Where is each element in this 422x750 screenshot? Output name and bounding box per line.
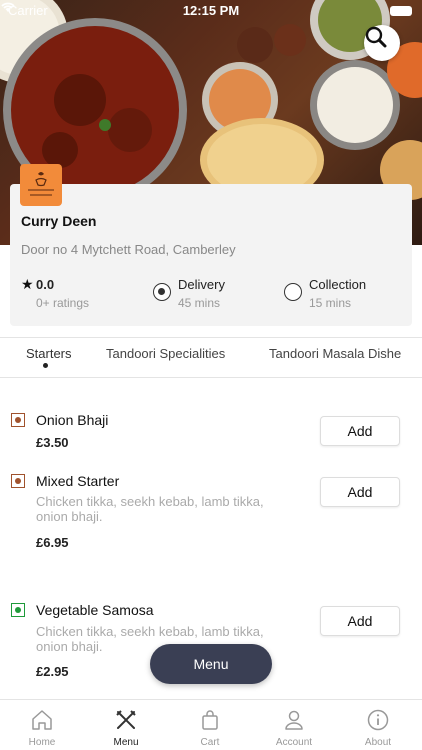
nav-label: About [364, 737, 392, 748]
menu-button[interactable]: Menu [150, 644, 272, 684]
item-description: Chicken tikka, seekh kebab, lamb tikka, … [36, 494, 264, 524]
restaurant-info-card: Curry Deen Door no 4 Mytchett Road, Camb… [10, 164, 412, 326]
add-button[interactable]: Add [320, 477, 400, 507]
item-name: Onion Bhaji [36, 412, 109, 428]
active-tab-indicator [43, 363, 48, 368]
item-name: Vegetable Samosa [36, 602, 154, 618]
restaurant-address: Door no 4 Mytchett Road, Camberley [21, 242, 236, 257]
battery-icon [390, 6, 412, 16]
nav-cart[interactable]: Cart [168, 700, 252, 750]
nav-about[interactable]: About [336, 700, 420, 750]
non-veg-icon [11, 474, 25, 488]
bag-icon [202, 710, 218, 730]
tab-starters[interactable]: Starters [26, 346, 72, 361]
item-price: £3.50 [36, 435, 69, 450]
search-icon [365, 26, 387, 48]
non-veg-icon [11, 413, 25, 427]
nav-account[interactable]: Account [252, 700, 336, 750]
restaurant-name: Curry Deen [21, 213, 97, 229]
delivery-time: 45 mins [178, 296, 221, 310]
rating-value: 0.0 [36, 277, 55, 292]
collection-label: Collection [309, 277, 367, 292]
fork-knife-icon [116, 710, 136, 729]
restaurant-logo-mark [28, 172, 54, 196]
nav-home[interactable]: Home [0, 700, 84, 750]
item-price: £2.95 [36, 664, 69, 679]
add-button[interactable]: Add [320, 416, 400, 446]
tab-tandoori-specialities[interactable]: Tandoori Specialities [106, 346, 225, 361]
nav-label: Cart [200, 737, 220, 748]
item-name: Mixed Starter [36, 473, 120, 489]
nav-label: Home [28, 737, 56, 748]
nav-label: Account [275, 737, 313, 748]
bottom-navigation: Home Menu Cart Account About [0, 699, 422, 750]
delivery-radio[interactable] [153, 283, 171, 301]
tab-tandoori-masala-dishes[interactable]: Tandoori Masala Dishe [269, 346, 401, 361]
nav-menu[interactable]: Menu [84, 700, 168, 750]
delivery-label: Delivery [178, 277, 225, 292]
category-tabs: Starters Tandoori Specialities Tandoori … [0, 337, 422, 378]
info-icon [367, 709, 389, 731]
status-bar: Carrier 12:15 PM [0, 0, 422, 22]
nav-label: Menu [113, 737, 139, 748]
collection-time: 15 mins [309, 296, 352, 310]
collection-radio[interactable] [284, 283, 302, 301]
home-icon [32, 710, 52, 730]
star-icon: ★ [21, 276, 34, 292]
person-icon [285, 710, 303, 730]
item-price: £6.95 [36, 535, 69, 550]
search-button[interactable] [364, 25, 400, 61]
add-button[interactable]: Add [320, 606, 400, 636]
clock: 12:15 PM [182, 3, 240, 18]
restaurant-logo [20, 164, 62, 206]
rating-count: 0+ ratings [36, 296, 90, 310]
veg-icon [11, 603, 25, 617]
